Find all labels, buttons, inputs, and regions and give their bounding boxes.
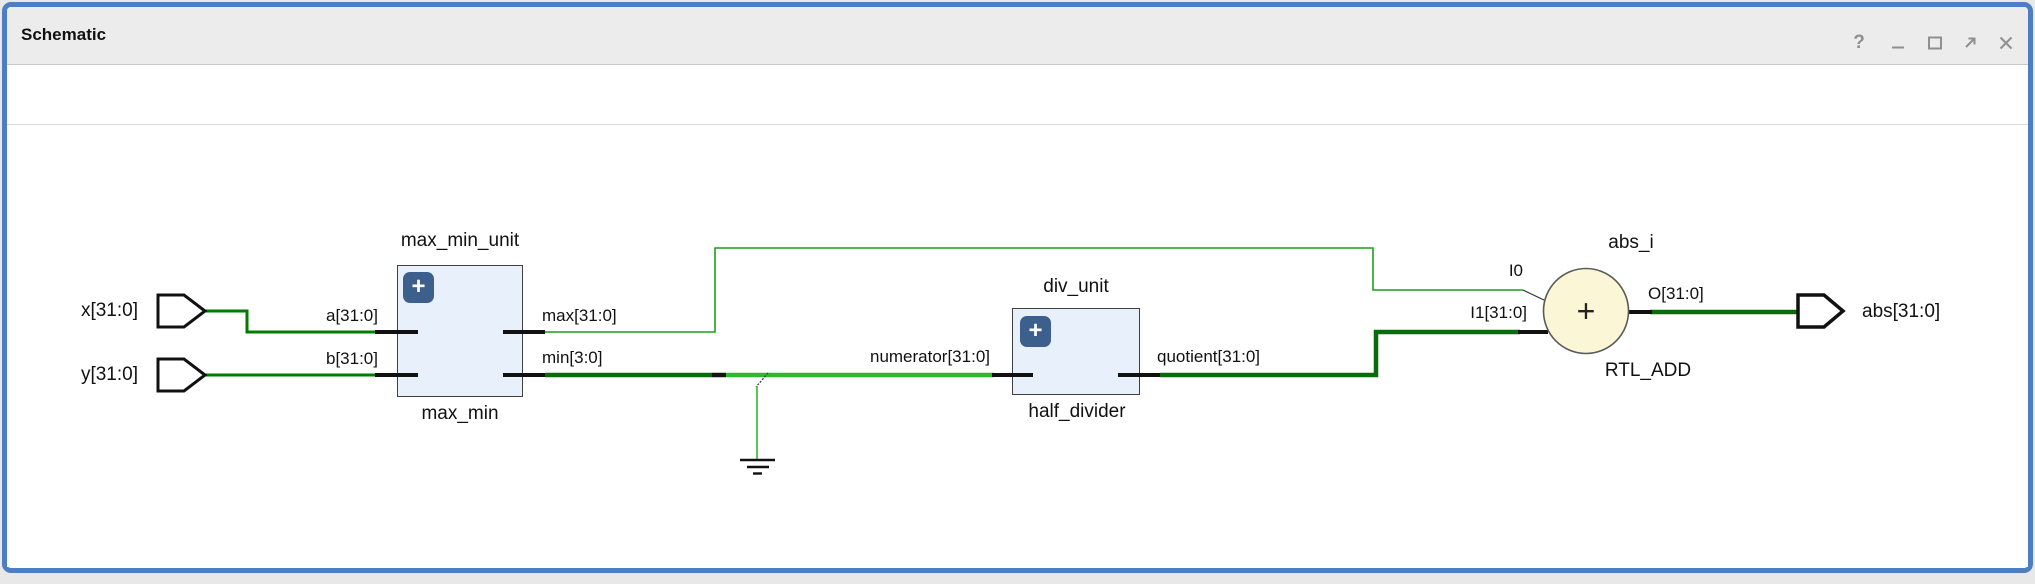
- cell-title-abs-i: abs_i: [1556, 232, 1706, 254]
- port-label-y: y[31:0]: [38, 364, 138, 386]
- pin-label-i1: I1[31:0]: [1427, 303, 1527, 323]
- input-port-x[interactable]: [158, 295, 205, 327]
- pin-label-quotient: quotient[31:0]: [1157, 347, 1260, 367]
- schematic-window: Schematic ?: [0, 0, 2035, 584]
- pin-i0[interactable]: [1523, 290, 1546, 301]
- pin-label-numerator: numerator[31:0]: [790, 347, 990, 367]
- rtl-add-operator: +: [1577, 293, 1596, 329]
- pin-label-i0: I0: [1463, 261, 1523, 281]
- expand-button-max-min-unit[interactable]: +: [403, 272, 434, 303]
- port-label-x: x[31:0]: [38, 300, 138, 322]
- pin-label-max: max[31:0]: [542, 306, 617, 326]
- ground-symbol-icon[interactable]: [740, 460, 775, 474]
- pin-label-o: O[31:0]: [1648, 284, 1704, 304]
- pin-label-a: a[31:0]: [278, 306, 378, 326]
- input-port-y[interactable]: [158, 359, 205, 391]
- pin-label-min: min[3:0]: [542, 348, 602, 368]
- cell-type-half-divider: half_divider: [1001, 401, 1153, 423]
- cell-type-rtl-add: RTL_ADD: [1573, 360, 1723, 382]
- cell-type-max-min: max_min: [385, 403, 535, 425]
- cell-title-div-unit: div_unit: [1001, 276, 1151, 298]
- expand-button-div-unit[interactable]: +: [1020, 316, 1051, 347]
- output-port-abs[interactable]: [1798, 295, 1843, 327]
- pin-label-b: b[31:0]: [278, 349, 378, 369]
- port-label-abs: abs[31:0]: [1862, 301, 1940, 323]
- cell-title-max-min-unit: max_min_unit: [385, 230, 535, 252]
